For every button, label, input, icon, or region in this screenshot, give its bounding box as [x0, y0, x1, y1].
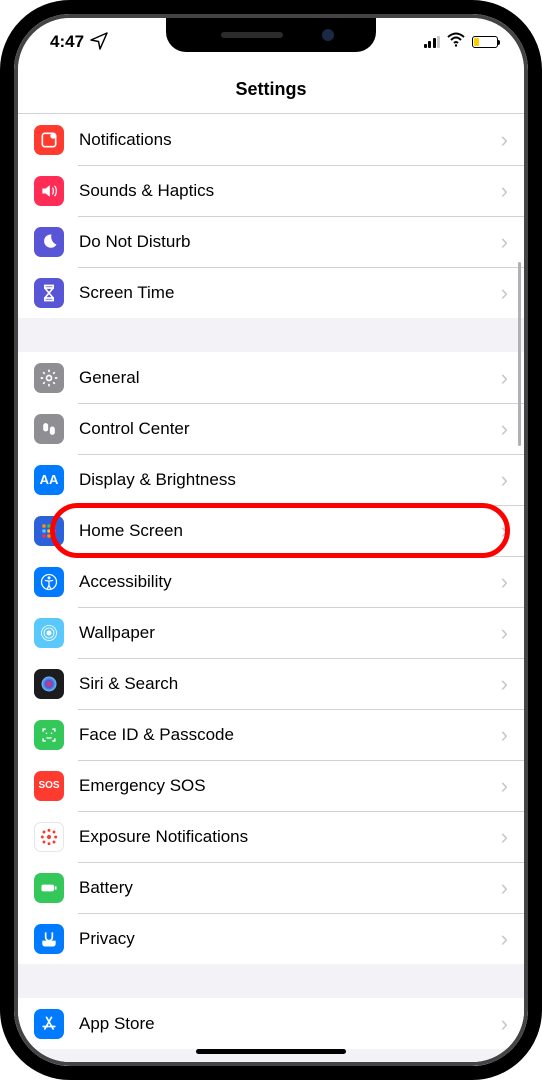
chevron-right-icon: › — [501, 569, 508, 595]
battery-icon — [34, 873, 64, 903]
row-home-screen[interactable]: Home Screen › — [18, 505, 524, 556]
sos-icon: SOS — [34, 771, 64, 801]
row-label: Battery — [79, 878, 501, 898]
row-label: Siri & Search — [79, 674, 501, 694]
row-battery[interactable]: Battery › — [18, 862, 524, 913]
row-emergency-sos[interactable]: SOS Emergency SOS › — [18, 760, 524, 811]
location-icon — [89, 31, 109, 54]
cellular-icon — [424, 36, 441, 48]
row-privacy[interactable]: Privacy › — [18, 913, 524, 964]
row-notifications[interactable]: Notifications › — [18, 114, 524, 165]
row-app-store[interactable]: App Store › — [18, 998, 524, 1049]
row-label: Notifications — [79, 130, 501, 150]
row-label: Home Screen — [79, 521, 501, 541]
wifi-icon — [446, 30, 466, 54]
chevron-right-icon: › — [501, 1011, 508, 1037]
screen-time-icon — [34, 278, 64, 308]
row-label: Emergency SOS — [79, 776, 501, 796]
chevron-right-icon: › — [501, 875, 508, 901]
row-label: Wallpaper — [79, 623, 501, 643]
home-screen-icon — [34, 516, 64, 546]
display-icon: AA — [34, 465, 64, 495]
row-label: Accessibility — [79, 572, 501, 592]
chevron-right-icon: › — [501, 229, 508, 255]
chevron-right-icon: › — [501, 518, 508, 544]
row-face-id-passcode[interactable]: Face ID & Passcode › — [18, 709, 524, 760]
chevron-right-icon: › — [501, 416, 508, 442]
row-label: Display & Brightness — [79, 470, 501, 490]
status-time: 4:47 — [50, 32, 84, 52]
exposure-icon — [34, 822, 64, 852]
privacy-icon — [34, 924, 64, 954]
page-title: Settings — [18, 66, 524, 114]
chevron-right-icon: › — [501, 926, 508, 952]
chevron-right-icon: › — [501, 671, 508, 697]
row-label: App Store — [79, 1014, 501, 1034]
chevron-right-icon: › — [501, 178, 508, 204]
row-label: Privacy — [79, 929, 501, 949]
general-icon — [34, 363, 64, 393]
chevron-right-icon: › — [501, 773, 508, 799]
row-label: Do Not Disturb — [79, 232, 501, 252]
dnd-icon — [34, 227, 64, 257]
control-center-icon — [34, 414, 64, 444]
row-label: Face ID & Passcode — [79, 725, 501, 745]
row-control-center[interactable]: Control Center › — [18, 403, 524, 454]
row-screen-time[interactable]: Screen Time › — [18, 267, 524, 318]
row-siri-search[interactable]: Siri & Search › — [18, 658, 524, 709]
row-sounds-haptics[interactable]: Sounds & Haptics › — [18, 165, 524, 216]
row-label: Sounds & Haptics — [79, 181, 501, 201]
siri-icon — [34, 669, 64, 699]
sounds-icon — [34, 176, 64, 206]
chevron-right-icon: › — [501, 467, 508, 493]
chevron-right-icon: › — [501, 280, 508, 306]
wallpaper-icon — [34, 618, 64, 648]
chevron-right-icon: › — [501, 722, 508, 748]
battery-icon — [472, 36, 498, 48]
notifications-icon — [34, 125, 64, 155]
row-accessibility[interactable]: Accessibility › — [18, 556, 524, 607]
row-exposure-notifications[interactable]: Exposure Notifications › — [18, 811, 524, 862]
row-do-not-disturb[interactable]: Do Not Disturb › — [18, 216, 524, 267]
chevron-right-icon: › — [501, 620, 508, 646]
home-indicator[interactable] — [196, 1049, 346, 1054]
chevron-right-icon: › — [501, 824, 508, 850]
row-label: Exposure Notifications — [79, 827, 501, 847]
scroll-indicator[interactable] — [518, 262, 521, 446]
notch — [166, 18, 376, 52]
row-label: Screen Time — [79, 283, 501, 303]
face-id-icon — [34, 720, 64, 750]
row-label: Control Center — [79, 419, 501, 439]
row-label: General — [79, 368, 501, 388]
chevron-right-icon: › — [501, 365, 508, 391]
row-wallpaper[interactable]: Wallpaper › — [18, 607, 524, 658]
app-store-icon — [34, 1009, 64, 1039]
row-general[interactable]: General › — [18, 352, 524, 403]
accessibility-icon — [34, 567, 64, 597]
chevron-right-icon: › — [501, 127, 508, 153]
settings-list: Notifications › Sounds & Haptics › Do No… — [18, 114, 524, 1062]
row-display-brightness[interactable]: AA Display & Brightness › — [18, 454, 524, 505]
